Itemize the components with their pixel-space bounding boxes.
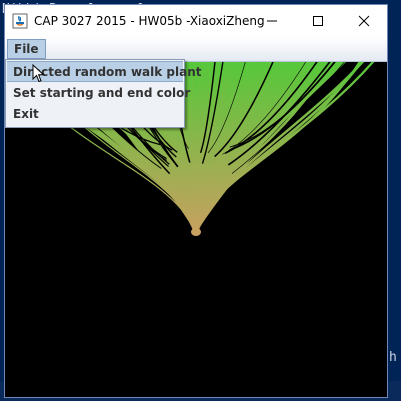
minimize-button[interactable] xyxy=(249,5,295,37)
mouse-cursor-icon xyxy=(32,64,45,83)
plant-root xyxy=(191,228,201,236)
window-controls xyxy=(249,5,387,37)
close-icon xyxy=(358,15,370,27)
minimize-icon xyxy=(267,20,277,22)
java-app-icon xyxy=(12,13,28,29)
window-title: CAP 3027 2015 - HW05b -XiaoxiZheng xyxy=(34,14,265,28)
title-bar[interactable]: CAP 3027 2015 - HW05b -XiaoxiZheng xyxy=(5,5,387,37)
close-button[interactable] xyxy=(341,5,387,37)
terminal-side-text: h xyxy=(389,350,397,365)
menu-file[interactable]: File xyxy=(7,39,46,59)
maximize-button[interactable] xyxy=(295,5,341,37)
menu-item-exit[interactable]: Exit xyxy=(7,104,183,125)
maximize-icon xyxy=(313,16,323,26)
menu-item-set-color[interactable]: Set starting and end color xyxy=(7,83,190,104)
